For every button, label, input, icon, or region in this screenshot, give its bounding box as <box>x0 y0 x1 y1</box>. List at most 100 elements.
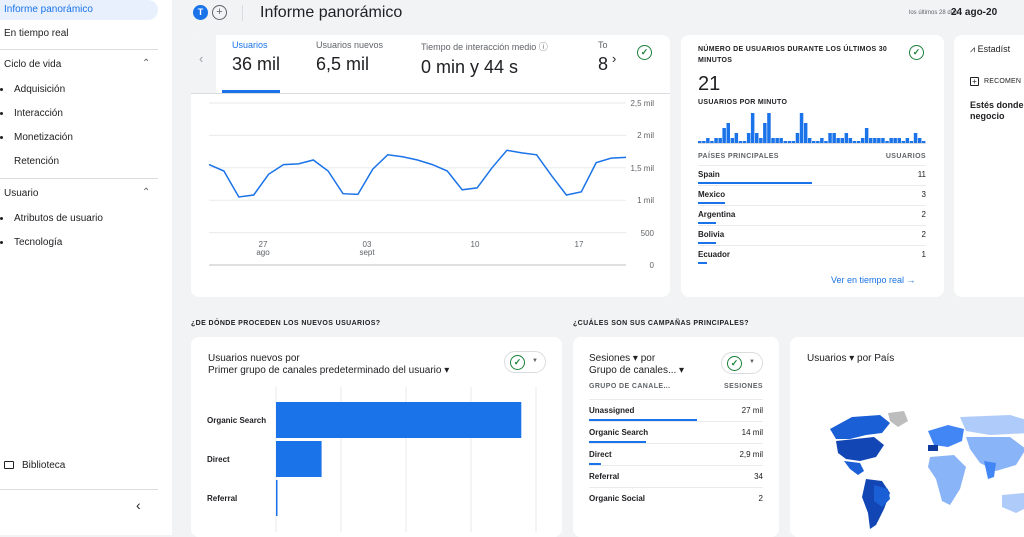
divider <box>0 489 158 490</box>
section-title-acquisition: ¿DE DÓNDE PROCEDEN LOS NUEVOS USUARIOS? <box>191 320 381 327</box>
share-bar <box>698 242 717 244</box>
per-minute-bar <box>844 133 849 143</box>
nav-item-monetization[interactable]: Monetización <box>14 132 73 143</box>
metric-dropdown[interactable]: Sesiones ▾ por <box>589 353 684 365</box>
acquisition-bar[interactable] <box>276 480 278 516</box>
country-name: Argentina <box>698 210 736 219</box>
x-tick-label: 10 <box>470 240 480 249</box>
per-minute-bar <box>755 133 759 143</box>
realtime-heading: NÚMERO DE USUARIOS DURANTE LOS ÚLTIMOS 3… <box>698 46 888 64</box>
nav-section-lifecycle[interactable]: Ciclo de vida <box>4 59 61 70</box>
channel-sessions: 14 mil <box>741 428 763 437</box>
insights-title[interactable]: ⩘ Estadíst <box>970 44 1010 55</box>
per-minute-bar <box>803 123 808 143</box>
overview-card: ‹ Usuarios 36 mil Usuarios nuevos 6,5 mi… <box>191 35 670 297</box>
metric-value: 0 min y 44 s <box>421 57 519 77</box>
acquisition-bar-chart <box>275 387 537 532</box>
channel-name: Direct <box>589 450 612 459</box>
share-bar <box>698 182 812 184</box>
country-row: Bolivia 2 <box>698 225 926 245</box>
series-line-users <box>208 149 627 198</box>
metric-value: 6,5 mil <box>316 54 370 74</box>
avatar[interactable]: T <box>193 5 208 20</box>
sidebar: Informe panorámico En tiempo real Ciclo … <box>0 0 172 535</box>
realtime-card: NÚMERO DE USUARIOS DURANTE LOS ÚLTIMOS 3… <box>681 35 944 297</box>
divider <box>0 49 158 50</box>
date-range-picker[interactable]: 24 ago-20 <box>951 7 997 18</box>
dimension-dropdown[interactable]: Primer grupo de canales predeterminado d… <box>208 365 449 377</box>
per-minute-bar <box>734 133 739 143</box>
metric-tab-partial[interactable]: To 8 <box>598 40 610 75</box>
check-circle-icon[interactable]: ✓ <box>637 45 652 60</box>
insights-card: ⩘ Estadíst + RECOMEN Estés donde negocio <box>954 35 1024 297</box>
chevron-up-icon[interactable]: ⌃ <box>142 187 150 198</box>
column-header-group: GRUPO DE CANALE... <box>589 383 671 390</box>
per-minute-bar <box>746 133 751 143</box>
x-tick-label: 27 ago <box>256 240 270 257</box>
check-circle-icon[interactable]: ✓ <box>909 45 924 60</box>
country-users: 2 <box>921 210 926 219</box>
nav-section-user[interactable]: Usuario <box>4 188 38 199</box>
map-region-spain <box>928 445 938 451</box>
nav-item-retention[interactable]: Retención <box>14 156 59 167</box>
acquisition-bar-label: Organic Search <box>207 416 267 425</box>
caret-down-icon: ▼ <box>532 358 538 364</box>
map-region-australia <box>1002 493 1024 513</box>
nav-item-technology[interactable]: Tecnología <box>14 237 62 248</box>
metric-tab-new-users[interactable]: Usuarios nuevos 6,5 mil <box>316 40 383 75</box>
campaign-row: Organic Search 14 mil <box>589 421 763 443</box>
per-minute-bar <box>726 123 730 143</box>
campaigns-card: Sesiones ▾ por Grupo de canales... ▾ ✓ ▼… <box>573 337 779 537</box>
dimension-dropdown[interactable]: Grupo de canales... ▾ <box>589 365 684 377</box>
map-region-africa <box>928 455 966 505</box>
column-header-users: USUARIOS <box>885 153 926 160</box>
view-realtime-link[interactable]: Ver en tiempo real → <box>831 275 916 285</box>
nav-item-user-attributes[interactable]: Atributos de usuario <box>14 213 103 224</box>
metric-tab-engagement-time[interactable]: Tiempo de interacción medio ⓘ 0 min y 44… <box>421 40 548 78</box>
campaigns-title[interactable]: Sesiones ▾ por Grupo de canales... ▾ <box>589 353 684 377</box>
campaigns-options-button[interactable]: ✓ ▼ <box>721 352 763 374</box>
prev-metric-button[interactable]: ‹ <box>191 35 216 93</box>
nav-item-acquisition[interactable]: Adquisición <box>14 84 65 95</box>
country-row: Ecuador 1 <box>698 245 926 265</box>
acquisition-bar[interactable] <box>276 402 522 438</box>
per-minute-bar <box>767 113 771 143</box>
divider <box>698 143 926 144</box>
metric-label: Tiempo de interacción medio ⓘ <box>421 42 548 52</box>
channel-name: Referral <box>589 472 620 481</box>
campaign-row: Direct 2,9 mil <box>589 443 763 465</box>
add-comparison-button[interactable]: + <box>212 5 227 20</box>
acquisition-bar[interactable] <box>276 441 322 477</box>
metric-value: 36 mil <box>232 54 281 74</box>
collapse-sidebar-icon[interactable]: ‹ <box>136 497 141 513</box>
country-users: 2 <box>921 230 926 239</box>
acquisition-options-button[interactable]: ✓ ▼ <box>504 351 546 373</box>
column-header-sessions: SESIONES <box>724 383 763 390</box>
channel-name: Organic Social <box>589 494 646 503</box>
users-line-chart <box>208 102 627 266</box>
map-region-canada <box>830 415 890 439</box>
map-region-india <box>984 461 996 479</box>
channel-sessions: 2,9 mil <box>739 450 763 459</box>
channel-name: Unassigned <box>589 406 635 415</box>
y-tick-label: 2,5 mil <box>630 99 654 108</box>
nav-item-realtime[interactable]: En tiempo real <box>4 28 68 39</box>
world-choropleth-map <box>830 411 1024 529</box>
y-tick-label: 1,5 mil <box>630 163 654 173</box>
next-metric-button[interactable]: › <box>612 51 616 66</box>
nav-item-engagement[interactable]: Interacción <box>14 108 63 119</box>
channel-name: Organic Search <box>589 428 649 437</box>
chevron-up-icon[interactable]: ⌃ <box>142 58 150 69</box>
campaign-row: Referral 34 <box>589 465 763 487</box>
acquisition-title[interactable]: Usuarios nuevos por Primer grupo de cana… <box>208 353 449 377</box>
map-title-dropdown[interactable]: Usuarios ▾ por País <box>807 353 894 364</box>
x-tick-label: 03 sept <box>359 240 375 257</box>
per-minute-bar <box>828 133 832 143</box>
per-minute-bar <box>750 113 755 143</box>
metric-label: Usuarios nuevos <box>316 40 384 50</box>
map-card: Usuarios ▾ por País <box>790 337 1024 537</box>
nav-item-library[interactable]: Biblioteca <box>22 460 65 471</box>
metric-tab-users[interactable]: Usuarios 36 mil <box>232 40 280 75</box>
nav-item-overview[interactable]: Informe panorámico <box>4 4 93 15</box>
country-users: 11 <box>917 170 926 179</box>
